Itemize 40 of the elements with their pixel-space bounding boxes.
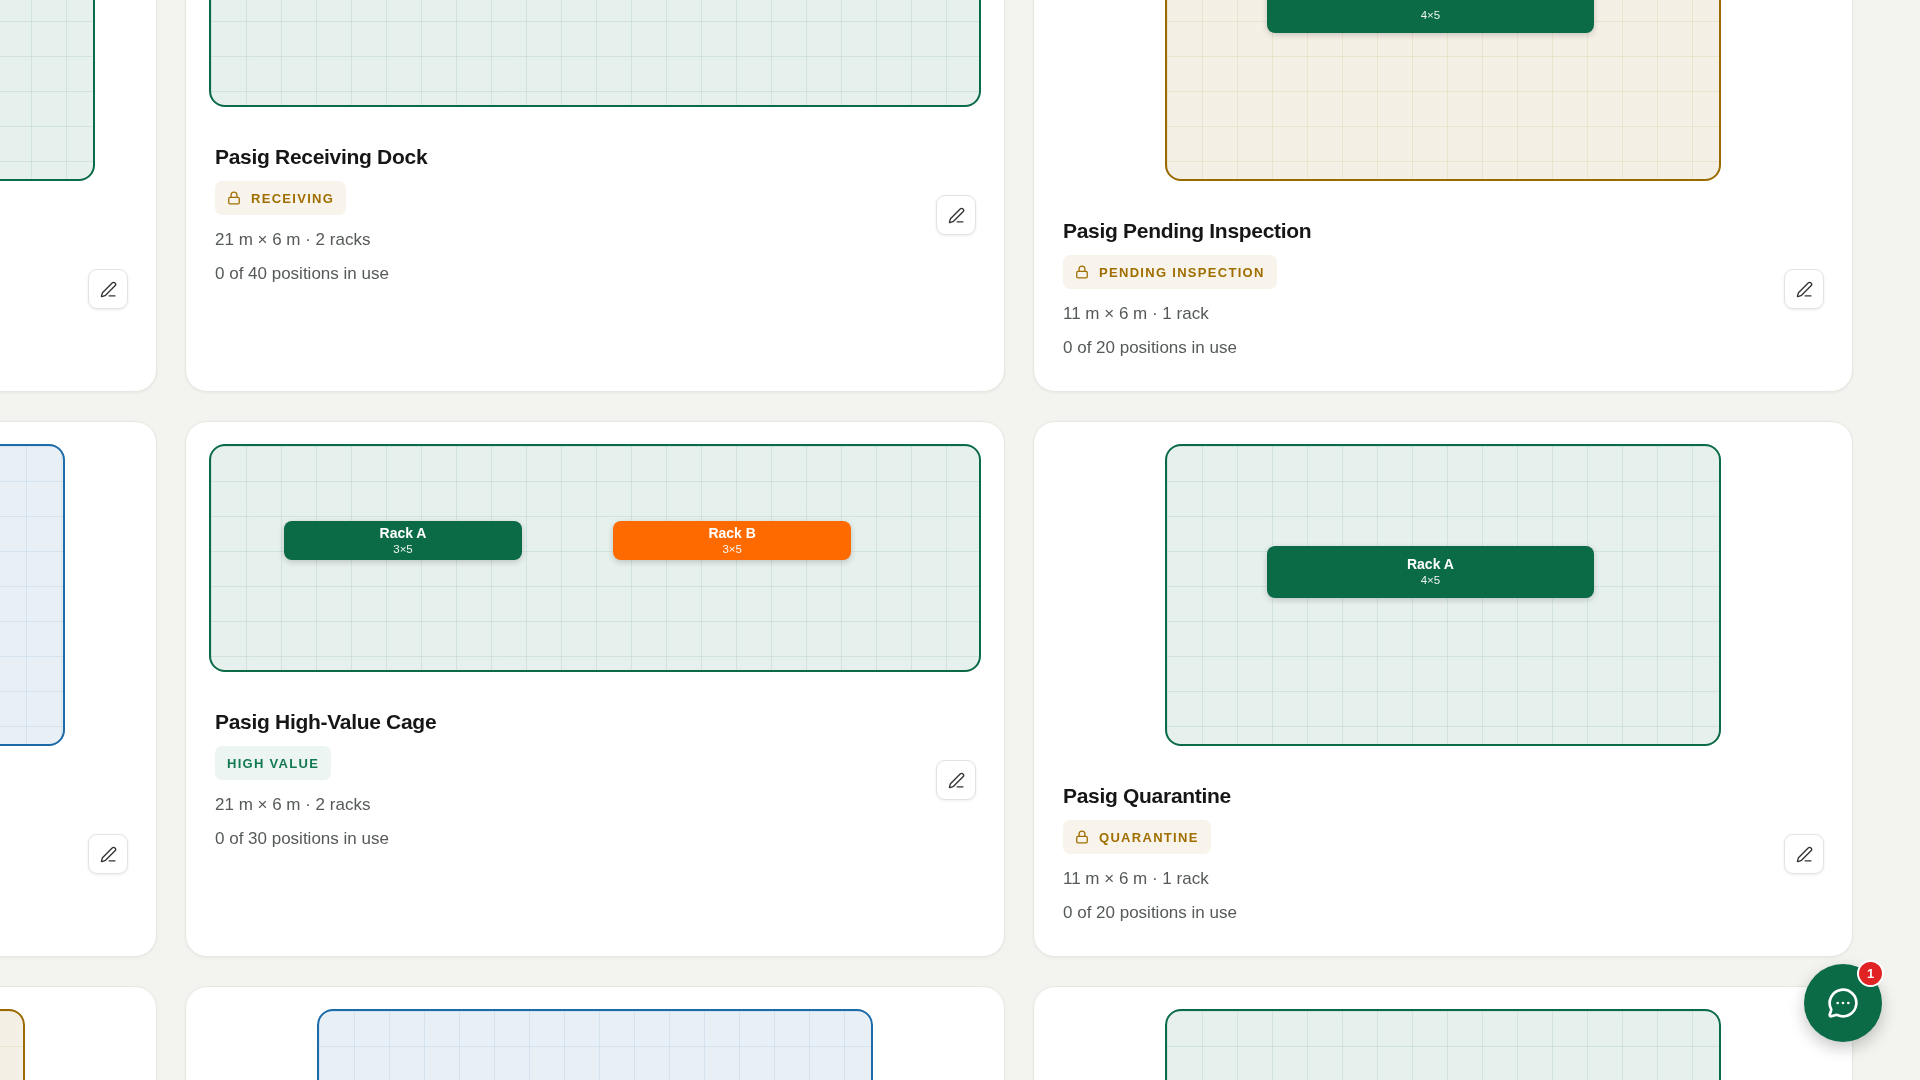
zone-dimensions: 21 m × 6 m · 2 racks — [215, 229, 371, 251]
edit-button[interactable] — [88, 269, 128, 309]
position-usage: 0 of 40 positions in use — [215, 263, 389, 285]
lock-icon — [227, 191, 241, 205]
zone-title: Pasig Receiving Dock — [215, 144, 428, 170]
zone-dimensions: 21 m × 6 m · 2 racks — [215, 794, 371, 816]
rack-size: 4×5 — [1420, 8, 1441, 23]
rack-size: 3×5 — [722, 542, 742, 557]
chat-icon — [1827, 987, 1859, 1019]
rack-size: 3×5 — [393, 542, 413, 557]
position-usage: 0 of 20 positions in use — [1063, 902, 1237, 924]
edit-button[interactable] — [1784, 834, 1824, 874]
rack-name: Rack A — [1406, 556, 1454, 574]
edit-icon — [947, 206, 965, 224]
rack-name: Rack B — [708, 525, 756, 543]
edit-icon — [99, 280, 117, 298]
edit-icon — [1795, 845, 1813, 863]
rack-size: 4×5 — [1420, 573, 1441, 588]
status-label: QUARANTINE — [1099, 829, 1199, 845]
status-label: HIGH VALUE — [227, 755, 320, 771]
position-usage: 0 of 20 positions in use — [1063, 337, 1237, 359]
rack-name: Rack A — [379, 525, 427, 543]
edit-button[interactable] — [88, 834, 128, 874]
edit-icon — [1795, 280, 1813, 298]
zone-dimensions: 11 m × 6 m · 1 rack — [1063, 303, 1209, 325]
edit-icon — [947, 771, 965, 789]
status-label: PENDING INSPECTION — [1099, 264, 1265, 280]
position-usage: 0 of 30 positions in use — [215, 828, 389, 850]
zone-title: Pasig Pending Inspection — [1063, 218, 1312, 244]
notification-badge: 1 — [1857, 960, 1884, 987]
edit-button[interactable] — [936, 760, 976, 800]
edit-button[interactable] — [1784, 269, 1824, 309]
zone-dimensions: 11 m × 6 m · 1 rack — [1063, 868, 1209, 890]
zone-title: Pasig Quarantine — [1063, 783, 1231, 809]
zone-title: Pasig High-Value Cage — [215, 709, 437, 735]
lock-icon — [1075, 830, 1089, 844]
edit-button[interactable] — [936, 195, 976, 235]
status-label: RECEIVING — [251, 190, 335, 206]
lock-icon — [1075, 265, 1089, 279]
edit-icon — [99, 845, 117, 863]
